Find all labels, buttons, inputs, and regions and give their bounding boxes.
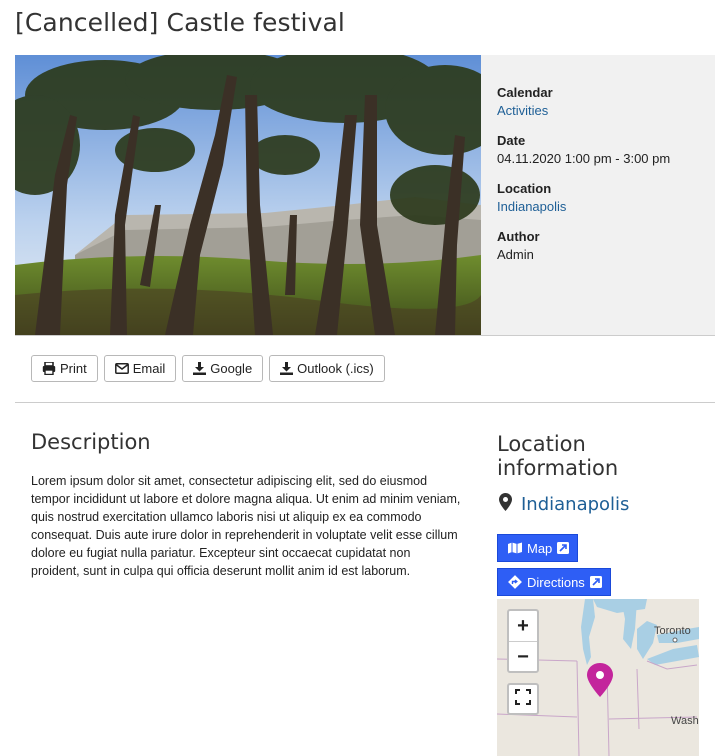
outlook-button-label: Outlook (.ics) (297, 361, 374, 376)
download-icon (193, 362, 207, 375)
author-label: Author (497, 229, 540, 244)
event-image (15, 55, 481, 335)
location-info-place: Indianapolis (521, 494, 630, 515)
calendar-label: Calendar (497, 85, 553, 100)
fullscreen-icon (515, 688, 531, 710)
outlook-button[interactable]: Outlook (.ics) (269, 355, 385, 382)
event-header: Calendar Activities Date 04.11.2020 1:00… (15, 55, 715, 335)
print-button-label: Print (60, 361, 87, 376)
calendar-link[interactable]: Activities (497, 103, 715, 118)
zoom-control: + − (507, 609, 539, 673)
divider (15, 335, 715, 336)
google-button-label: Google (210, 361, 253, 376)
email-button[interactable]: Email (103, 355, 177, 382)
description-text: Lorem ipsum dolor sit amet, consectetur … (31, 474, 461, 578)
email-button-label: Email (132, 361, 166, 376)
export-toolbar: Print Email Google Outlook (.ics) (31, 355, 385, 382)
envelope-icon (114, 363, 129, 374)
map-button-label: Map (527, 540, 553, 556)
date-value: 04.11.2020 1:00 pm - 3:00 pm (497, 151, 671, 166)
event-details: Calendar Activities Date 04.11.2020 1:00… (481, 55, 715, 335)
zoom-in-button[interactable]: + (509, 611, 537, 642)
external-link-icon (557, 542, 570, 554)
location-info-link[interactable]: Indianapolis (499, 493, 629, 516)
fullscreen-button[interactable] (507, 683, 539, 715)
description-heading: Description (31, 430, 151, 454)
printer-icon (42, 362, 56, 375)
directions-button-label: Directions (527, 574, 585, 590)
google-button[interactable]: Google (182, 355, 264, 382)
date-label: Date (497, 133, 526, 148)
zoom-out-button[interactable]: − (509, 642, 537, 672)
directions-button[interactable]: Directions (497, 568, 611, 596)
map-label-toronto: Toronto (654, 625, 691, 637)
page-title: [Cancelled] Castle festival (15, 8, 345, 37)
map-marker-icon (499, 493, 512, 516)
location-info-heading: Location information (497, 432, 619, 480)
location-map[interactable]: Toronto Wash + − (497, 599, 699, 756)
author-value: Admin (497, 247, 534, 262)
map-button[interactable]: Map (497, 534, 579, 562)
map-icon (508, 542, 522, 554)
map-label-wash: Wash (671, 715, 699, 727)
print-button[interactable]: Print (31, 355, 98, 382)
location-label: Location (497, 181, 552, 196)
download-icon (280, 362, 294, 375)
external-link-icon (589, 576, 602, 588)
directions-icon (508, 575, 522, 589)
divider (15, 402, 715, 403)
location-link[interactable]: Indianapolis (497, 199, 715, 214)
